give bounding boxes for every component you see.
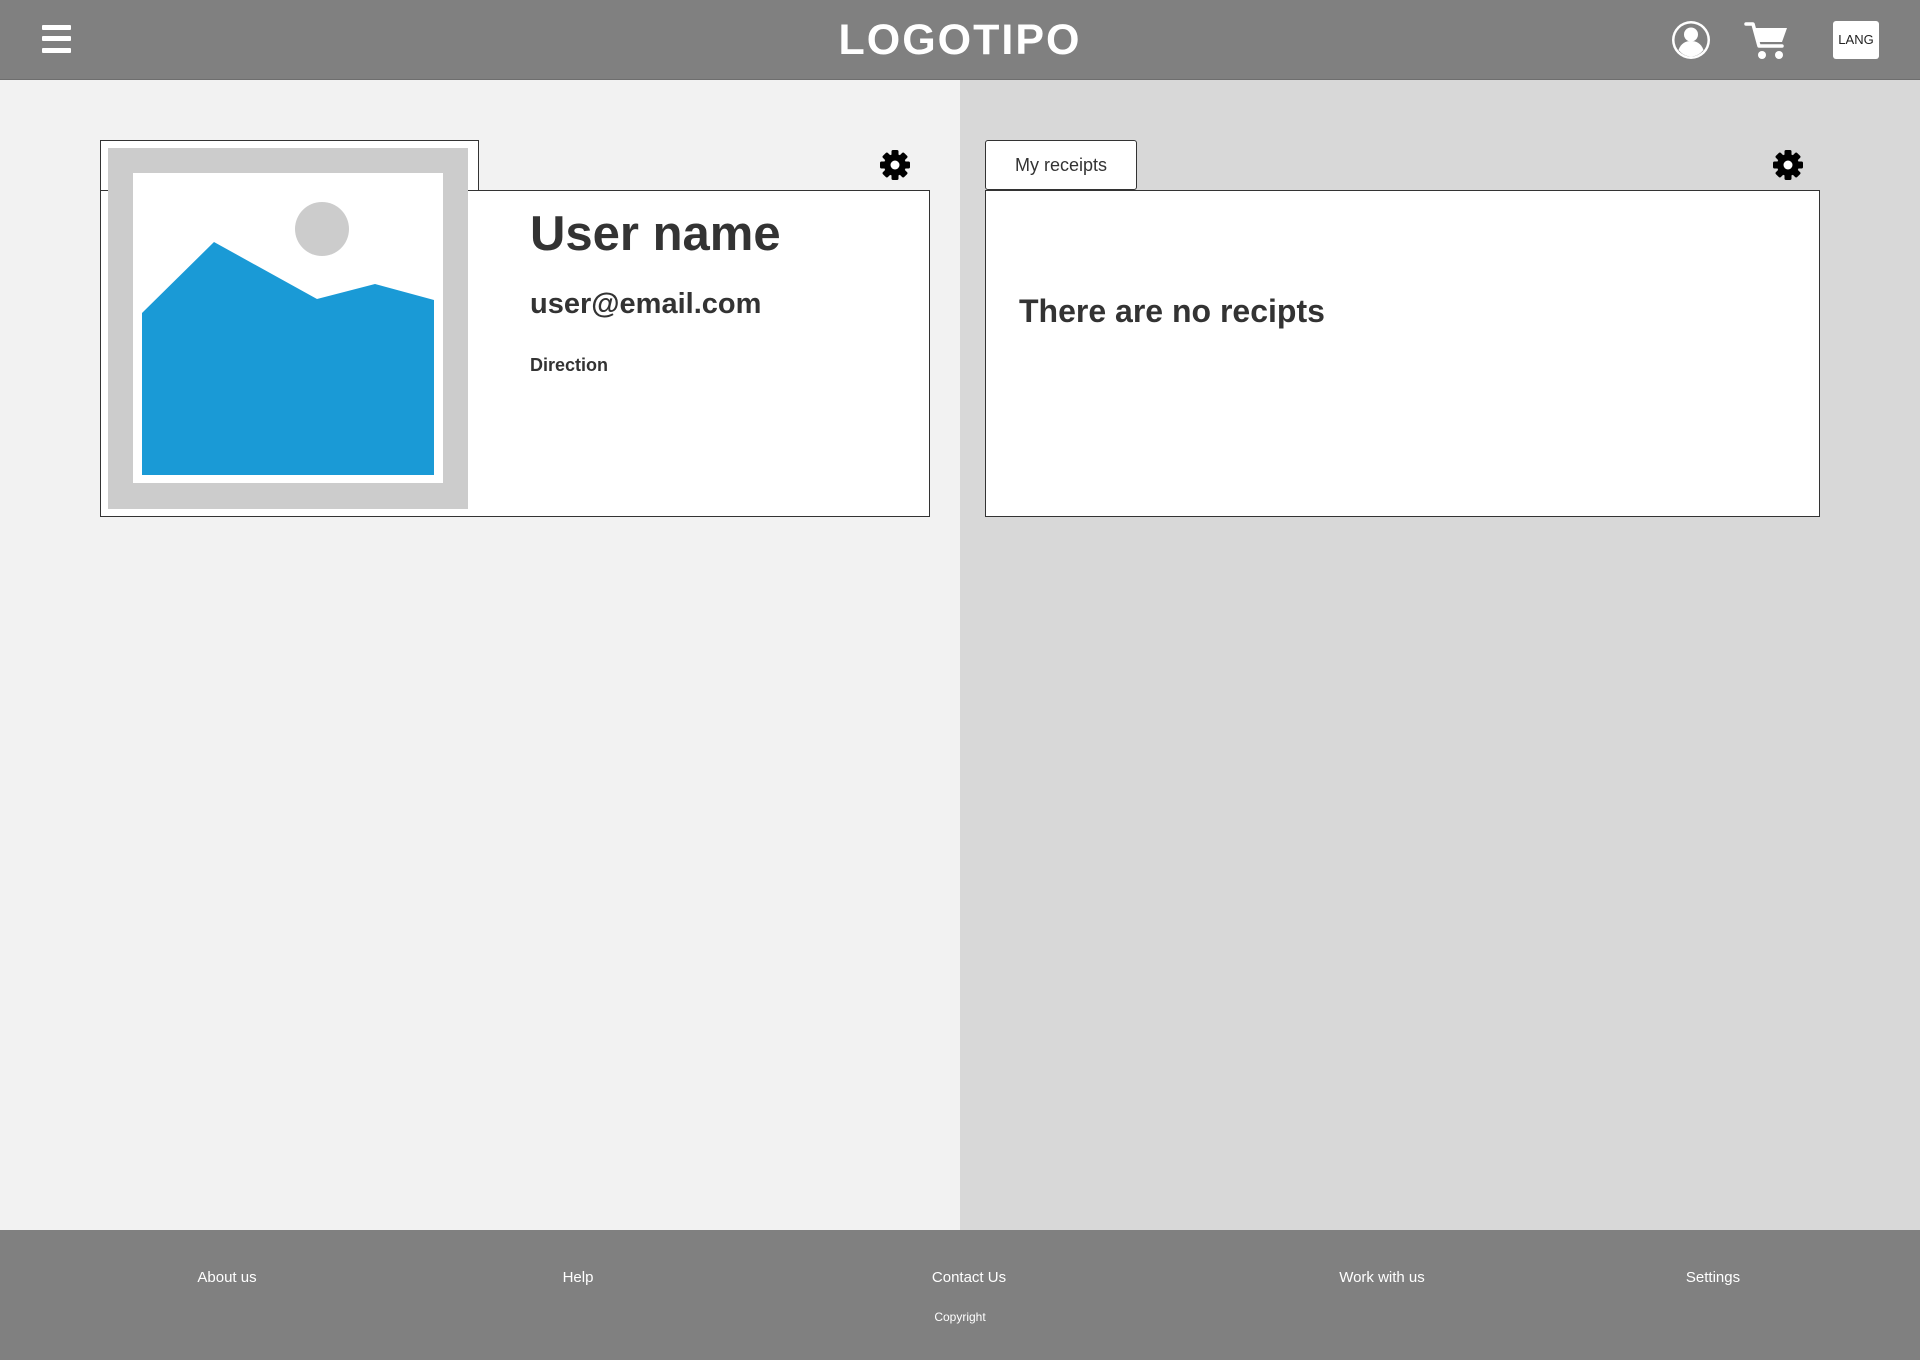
footer-link-contact-us[interactable]: Contact Us — [869, 1269, 1069, 1286]
menu-bar — [42, 48, 71, 53]
image-placeholder-icon[interactable] — [108, 148, 468, 509]
menu-bar — [42, 25, 71, 30]
top-header: LOGOTIPO LANG — [0, 0, 1920, 80]
user-email: user@email.com — [530, 288, 762, 320]
user-direction: Direction — [530, 355, 609, 375]
logo[interactable]: LOGOTIPO — [760, 16, 1160, 64]
footer — [0, 1230, 1920, 1360]
tab-my-receipts[interactable]: My receipts — [985, 140, 1137, 190]
menu-bar — [42, 36, 71, 41]
receipts-settings-gear-icon[interactable] — [1772, 149, 1804, 181]
user-account-icon[interactable] — [1670, 19, 1712, 61]
footer-link-about-us[interactable]: About us — [127, 1269, 327, 1286]
hamburger-menu-icon[interactable] — [38, 22, 74, 58]
footer-link-settings[interactable]: Settings — [1613, 1269, 1813, 1286]
language-button[interactable]: LANG — [1833, 21, 1879, 59]
receipts-card — [985, 190, 1820, 517]
shopping-cart-icon[interactable] — [1744, 18, 1790, 62]
user-name: User name — [530, 207, 781, 261]
empty-receipts-message: There are no recipts — [1019, 293, 1325, 329]
footer-link-work-with-us[interactable]: Work with us — [1282, 1269, 1482, 1286]
footer-link-help[interactable]: Help — [478, 1269, 678, 1286]
copyright: Copyright — [934, 1310, 986, 1324]
profile-settings-gear-icon[interactable] — [879, 149, 911, 181]
